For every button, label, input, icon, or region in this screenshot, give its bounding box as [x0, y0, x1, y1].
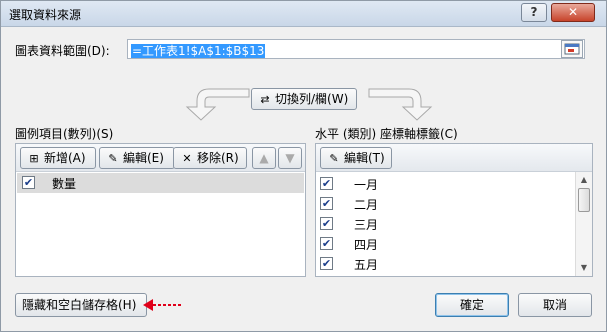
axis-item-checkbox[interactable]: ✔: [320, 197, 333, 210]
range-label: 圖表資料範圍(D):: [15, 44, 110, 58]
window-title: 選取資料來源: [9, 8, 82, 22]
edit-axis-label: 編輯(T): [344, 151, 385, 165]
cancel-button[interactable]: 取消: [518, 293, 592, 317]
help-button[interactable]: ?: [521, 3, 547, 22]
left-curve-arrow-icon: [185, 88, 250, 121]
remove-icon: ✕: [182, 152, 192, 165]
switch-row-column-button[interactable]: ⇄ 切換列/欄(W): [251, 88, 357, 110]
right-curve-arrow-icon: [368, 88, 433, 121]
annotation-arrow-icon: [143, 299, 181, 311]
hidden-empty-cells-button[interactable]: 隱藏和空白儲存格(H): [15, 293, 147, 317]
edit-series-button[interactable]: ✎ 編輯(E): [99, 147, 175, 169]
add-series-button[interactable]: ⊞ 新增(A): [20, 147, 96, 169]
remove-series-label: 移除(R): [197, 151, 239, 165]
move-up-button[interactable]: ▲: [252, 147, 276, 169]
switch-button-label: 切換列/欄(W): [275, 92, 349, 106]
series-name: 數量: [52, 177, 77, 191]
select-data-source-dialog: 選取資料來源 ? ✕ 圖表資料範圍(D): =工作表1!$A$1:$B$13 ⇄…: [0, 0, 607, 332]
range-collapse-button[interactable]: [561, 40, 583, 58]
list-item: 一月: [354, 178, 379, 192]
legend-toolbar: ⊞ 新增(A) ✎ 編輯(E) ✕ 移除(R) ▲ ▼: [16, 144, 305, 172]
legend-panel: ⊞ 新增(A) ✎ 編輯(E) ✕ 移除(R) ▲ ▼ ✔ 數量: [15, 143, 306, 277]
edit-icon: ✎: [108, 152, 118, 165]
list-item: 三月: [354, 218, 379, 232]
edit-series-label: 編輯(E): [123, 151, 164, 165]
add-icon: ⊞: [29, 152, 39, 165]
series-checkbox[interactable]: ✔: [22, 176, 35, 189]
collapse-dialog-icon: [564, 43, 580, 55]
scroll-thumb[interactable]: [578, 188, 590, 212]
edit-axis-button[interactable]: ✎ 編輯(T): [320, 147, 392, 169]
list-item: 二月: [354, 198, 379, 212]
scroll-up-icon[interactable]: ▲: [578, 174, 590, 186]
axis-scrollbar[interactable]: ▲ ▼: [575, 172, 592, 276]
list-item: 五月: [354, 258, 379, 272]
axis-panel: ✎ 編輯(T) ✔ 一月 ✔ 二月 ✔ 三月 ✔ 四月 ✔ 五月 ▲ ▼: [315, 143, 593, 277]
axis-item-checkbox[interactable]: ✔: [320, 217, 333, 230]
axis-label: 水平 (類別) 座標軸標籤(C): [315, 127, 458, 141]
axis-item-checkbox[interactable]: ✔: [320, 177, 333, 190]
add-series-label: 新增(A): [44, 151, 86, 165]
range-input[interactable]: =工作表1!$A$1:$B$13: [127, 39, 585, 59]
axis-item-checkbox[interactable]: ✔: [320, 257, 333, 270]
scroll-down-icon[interactable]: ▼: [578, 262, 590, 274]
title-bar: 選取資料來源 ? ✕: [1, 1, 606, 27]
move-down-button[interactable]: ▼: [278, 147, 302, 169]
remove-series-button[interactable]: ✕ 移除(R): [173, 147, 247, 169]
ok-button[interactable]: 確定: [435, 293, 509, 317]
switch-icon: ⇄: [260, 93, 270, 106]
triangle-up-icon: ▲: [259, 151, 269, 165]
axis-item-checkbox[interactable]: ✔: [320, 237, 333, 250]
axis-toolbar: ✎ 編輯(T): [316, 144, 592, 172]
edit-icon: ✎: [329, 152, 339, 165]
legend-label: 圖例項目(數列)(S): [15, 127, 114, 141]
list-item: 四月: [354, 238, 379, 252]
triangle-down-icon: ▼: [285, 151, 295, 165]
close-button[interactable]: ✕: [551, 3, 595, 22]
range-value: =工作表1!$A$1:$B$13: [131, 44, 266, 58]
